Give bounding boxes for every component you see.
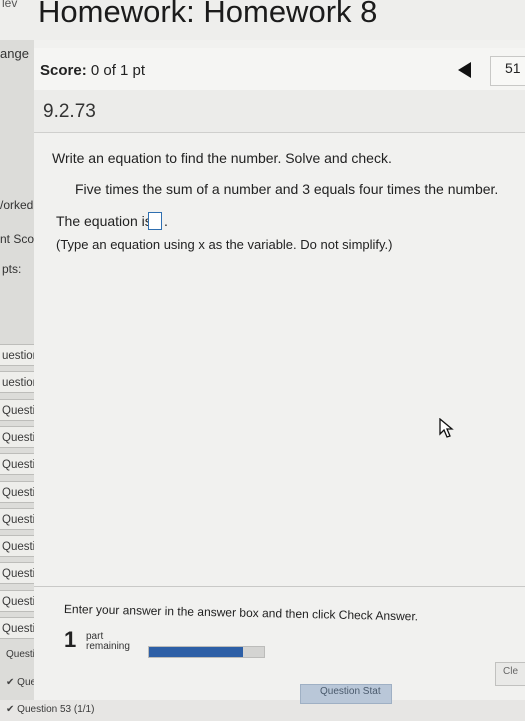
parts-remaining-label: part remaining: [86, 632, 130, 652]
main-panel: [34, 40, 525, 700]
question-id-box: [34, 90, 525, 133]
progress-fill: [149, 647, 244, 657]
sidebar-top-label: ange: [0, 46, 29, 61]
question-id: 9.2.73: [43, 101, 96, 122]
score-value: 0 of 1 pt: [90, 62, 146, 79]
page-title: Homework: Homework 8: [38, 0, 378, 29]
sidebar-score-label: nt Scor: [0, 232, 39, 246]
equation-answer-input[interactable]: [148, 212, 162, 230]
previous-question-button[interactable]: [458, 62, 471, 78]
parts-label-remaining: remaining: [86, 641, 130, 652]
answer-hint: (Type an equation using x as the variabl…: [56, 237, 393, 252]
sidebar-question-label: Question 53 (1/1): [17, 704, 95, 715]
progress-bar: [148, 646, 265, 658]
question-number: 51: [505, 60, 521, 76]
score-label: Score:: [40, 62, 87, 79]
sidebar-pts-label: pts:: [2, 262, 22, 276]
footer-divider: [34, 586, 525, 587]
sidebar-question-item[interactable]: ✔ Question 53 (1/1): [0, 699, 95, 721]
question-problem: Five times the sum of a number and 3 equ…: [75, 181, 499, 197]
mouse-cursor-icon: [439, 418, 454, 438]
score-text: Score: 0 of 1 pt: [40, 62, 145, 79]
clear-all-label: Cle: [503, 666, 519, 677]
check-icon: ✔: [6, 677, 18, 688]
equation-label: The equation is: [56, 213, 152, 229]
question-status-label: Question Stat: [320, 686, 381, 697]
sidebar-worked-label: /orked: [0, 198, 34, 212]
check-icon: ✔: [6, 704, 18, 715]
header-fragment: lev: [2, 0, 18, 10]
question-instruction: Write an equation to find the number. So…: [52, 150, 392, 166]
equation-period: .: [164, 213, 168, 229]
parts-remaining-count: 1: [64, 627, 77, 652]
